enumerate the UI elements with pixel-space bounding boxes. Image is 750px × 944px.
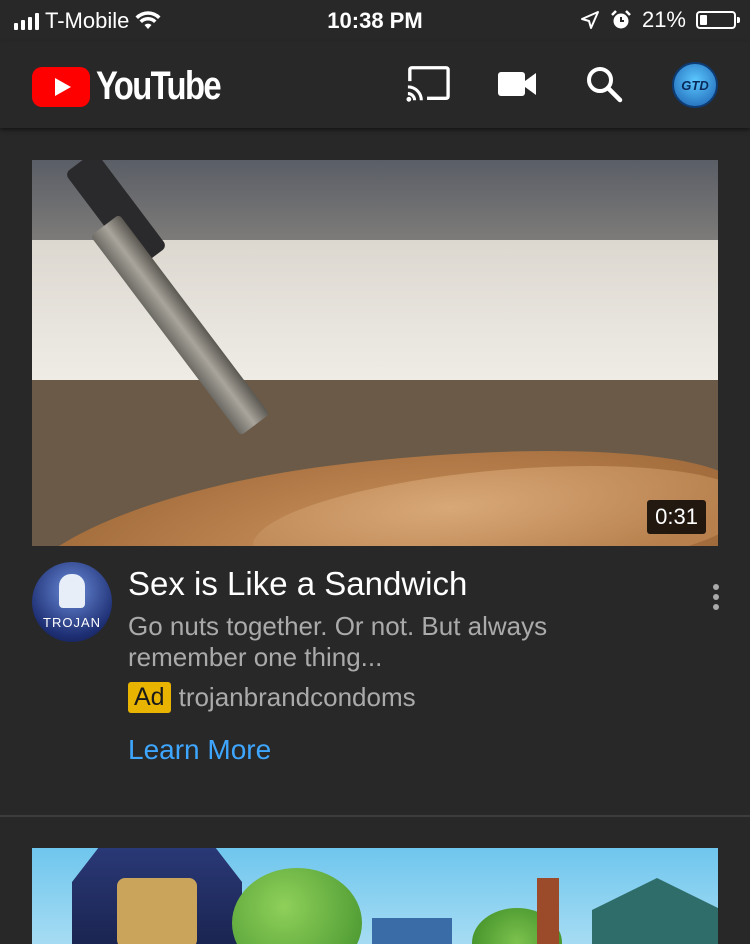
battery-icon [696, 11, 740, 29]
logo-text: YouTube [96, 64, 222, 108]
upload-button[interactable] [496, 64, 540, 104]
camera-icon [498, 72, 536, 96]
youtube-logo[interactable]: YouTube [32, 64, 247, 109]
channel-avatar-text: TROJAN [43, 615, 101, 630]
samurai-mask [117, 878, 197, 944]
status-right: 21% [580, 7, 740, 33]
ad-badge: Ad [128, 682, 171, 713]
feed-divider [0, 815, 750, 817]
learn-more-link[interactable]: Learn More [128, 734, 271, 766]
trojan-helmet-icon [59, 574, 85, 608]
house-roof [592, 878, 718, 944]
app-bar: YouTube GTD [0, 42, 750, 128]
search-button[interactable] [582, 64, 626, 104]
channel-avatar[interactable]: TROJAN [32, 562, 112, 642]
account-avatar[interactable]: GTD [672, 62, 718, 108]
next-video-thumbnail[interactable] [32, 848, 718, 944]
battery-fill [700, 15, 707, 25]
play-logo-icon [32, 66, 90, 107]
advertiser-name: trojanbrandcondoms [178, 682, 416, 712]
alarm-icon [611, 10, 631, 29]
video-duration: 0:31 [647, 500, 706, 534]
video-title[interactable]: Sex is Like a Sandwich [128, 565, 467, 603]
more-options-icon[interactable] [710, 584, 722, 610]
ad-video-thumbnail[interactable]: 0:31 [32, 160, 718, 546]
status-bar: T-Mobile 10:38 PM 21% [0, 0, 750, 42]
cast-button[interactable] [406, 64, 450, 104]
avatar-text: GTD [681, 77, 709, 93]
ad-meta: Ad trojanbrandcondoms [128, 682, 416, 713]
battery-percent: 21% [641, 7, 686, 32]
search-icon [587, 67, 623, 103]
ad-description: Go nuts together. Or not. But always rem… [128, 611, 548, 672]
tree-left [232, 868, 362, 944]
location-icon [580, 11, 599, 29]
cast-icon [406, 66, 450, 103]
chimney [537, 878, 559, 944]
building [372, 918, 452, 944]
